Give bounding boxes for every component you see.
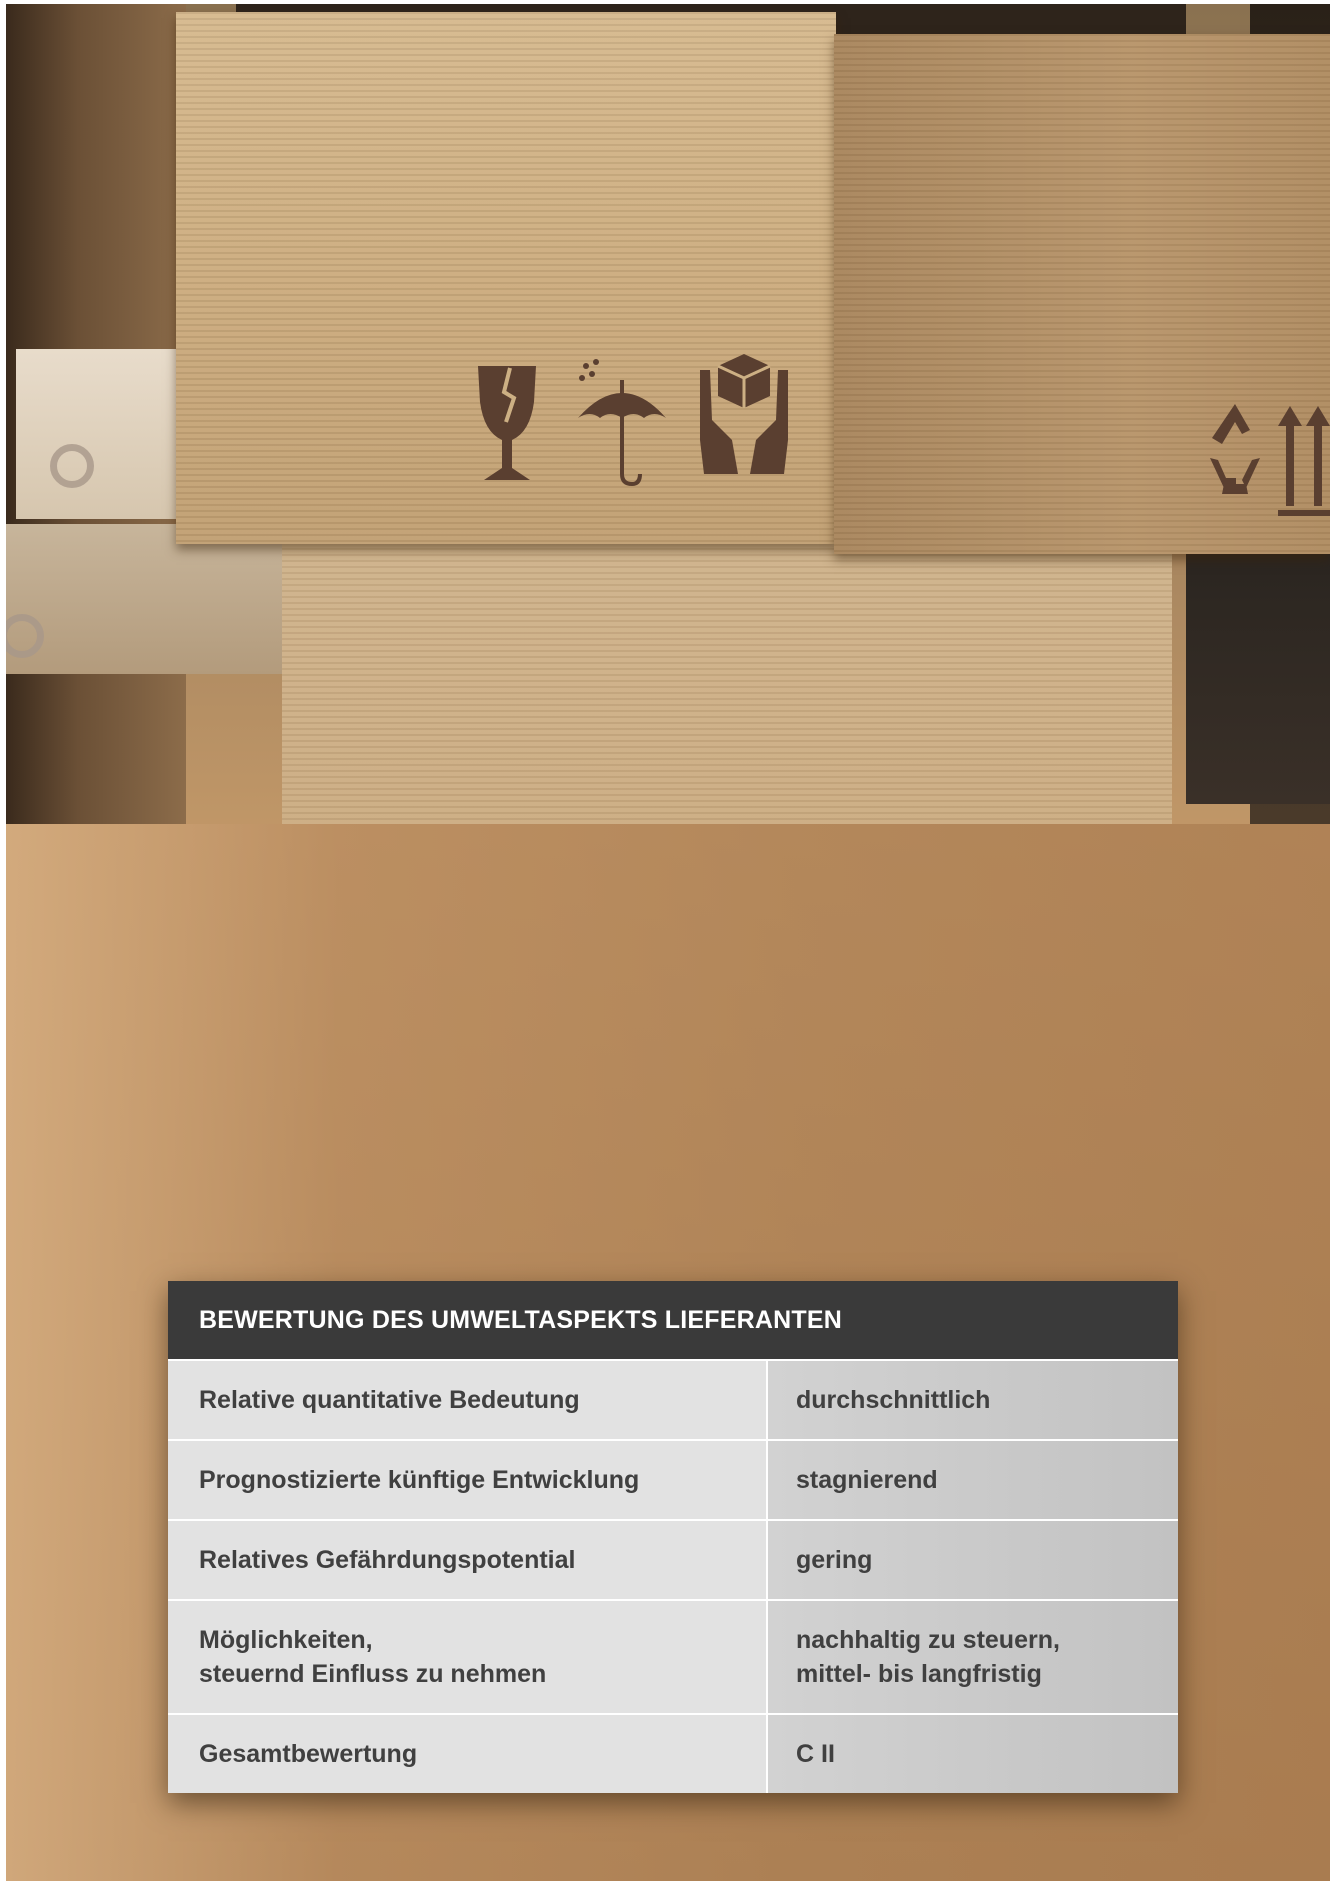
table-header: BEWERTUNG DES UMWELTASPEKTS LIEFERANTEN <box>168 1281 1178 1361</box>
row-value: stagnierend <box>768 1441 1178 1519</box>
background-box-small-lower <box>6 524 286 674</box>
fragile-glass-icon <box>478 366 536 480</box>
table-row: Relatives Gefährdungspotential gering <box>168 1521 1178 1601</box>
row-value: C II <box>768 1715 1178 1793</box>
background-recycle-icon-lower <box>6 614 44 658</box>
keep-dry-umbrella-icon <box>578 359 666 487</box>
row-label: Gesamtbewertung <box>168 1715 768 1793</box>
background-box-dark-right <box>1186 544 1330 804</box>
table-row: Prognostizierte künftige Entwicklung sta… <box>168 1441 1178 1521</box>
row-label: Möglichkeiten, steuernd Einfluss zu nehm… <box>168 1601 768 1713</box>
row-label: Prognostizierte künftige Entwicklung <box>168 1441 768 1519</box>
row-label: Relatives Gefährdungspotential <box>168 1521 768 1599</box>
row-value: durchschnittlich <box>768 1361 1178 1439</box>
table-row: Gesamtbewertung C II <box>168 1715 1178 1793</box>
row-label: Relative quantitative Bedeutung <box>168 1361 768 1439</box>
this-way-up-arrows-icon <box>1278 406 1330 516</box>
table-title: BEWERTUNG DES UMWELTASPEKTS LIEFERANTEN <box>199 1305 842 1334</box>
cardboard-box-lower <box>282 524 1172 834</box>
handle-with-care-icon <box>700 354 788 474</box>
table-row: Möglichkeiten, steuernd Einfluss zu nehm… <box>168 1601 1178 1715</box>
row-value: nachhaltig zu steuern, mittel- bis langf… <box>768 1601 1178 1713</box>
table-row: Relative quantitative Bedeutung durchsch… <box>168 1361 1178 1441</box>
assessment-table: BEWERTUNG DES UMWELTASPEKTS LIEFERANTEN … <box>168 1281 1178 1793</box>
background-box-small <box>16 349 176 519</box>
background-recycle-icon <box>50 444 94 488</box>
row-value: gering <box>768 1521 1178 1599</box>
recycle-icon <box>1210 404 1260 494</box>
